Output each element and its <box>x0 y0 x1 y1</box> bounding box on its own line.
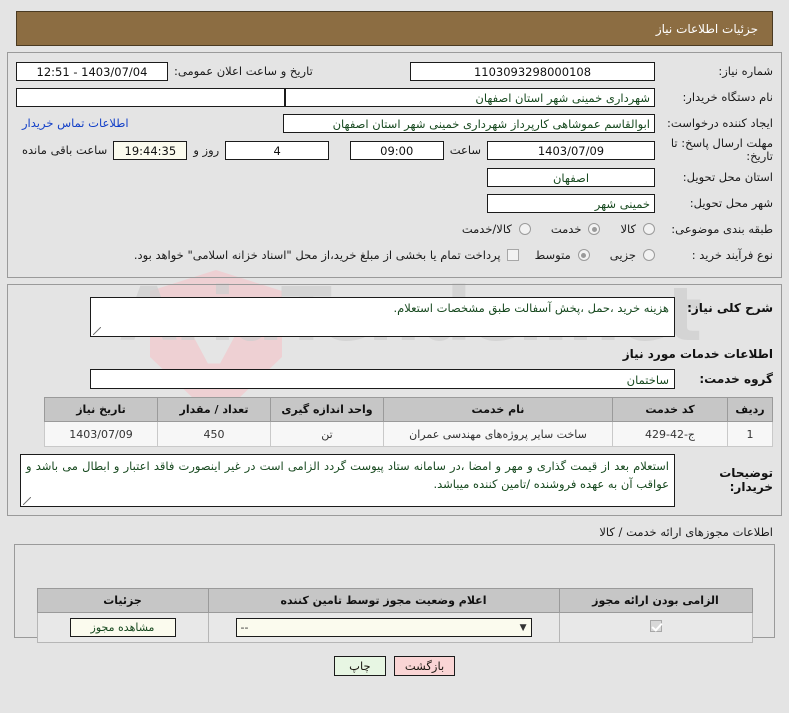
public-announce-label: تاریخ و ساعت اعلان عمومی: <box>174 63 313 78</box>
countdown-timer: 19:44:35 <box>113 140 188 160</box>
page-root: AriaTender.net جزئیات اطلاعات نیاز شماره… <box>0 0 789 713</box>
resize-grip-icon[interactable] <box>93 327 101 336</box>
buyer-notes-textarea[interactable]: استعلام بعد از قیمت گذاری و مهر و امضا ،… <box>20 454 675 508</box>
row-need-number: شماره نیاز: 1103093298000108 تاریخ و ساع… <box>16 59 773 83</box>
col-unit: واحد اندازه گیری <box>270 397 384 423</box>
cell-permit-status: ▼ -- <box>207 612 560 644</box>
category-radio-group: کالا خدمت کالا/خدمت <box>446 222 655 236</box>
permits-heading: اطلاعات مجوزهای ارائه خدمت / کالا <box>599 525 773 540</box>
buyer-contact-link[interactable]: اطلاعات تماس خریدار <box>16 116 135 130</box>
row-province: استان محل تحویل: اصفهان <box>16 165 773 189</box>
permits-table: الزامی بودن ارائه مجوز اعلام وضعیت مجوز … <box>36 588 753 644</box>
city-value[interactable]: خمینی شهر <box>487 193 655 213</box>
remaining-text: ساعت باقی مانده <box>22 143 108 158</box>
buyer-org-value[interactable]: شهرداری خمینی شهر استان اصفهان <box>284 87 655 107</box>
cell-unit: تن <box>270 421 384 448</box>
cell-permit-details: مشاهده مجوز <box>36 612 209 644</box>
col-quantity: تعداد / مقدار <box>157 397 271 423</box>
row-description: شرح کلی نیاز: هزینه خرید ،حمل ،پخش آسفال… <box>16 297 773 338</box>
print-button[interactable]: چاپ <box>333 656 386 677</box>
cell-service-code: ج-42-429 <box>612 421 728 448</box>
row-buyer-org: نام دستگاه خریدار: شهرداری خمینی شهر است… <box>16 85 773 109</box>
row-service-group: گروه خدمت: ساختمان <box>16 369 773 390</box>
permit-status-select[interactable]: ▼ -- <box>235 618 532 638</box>
public-announce-value[interactable]: 1403/07/04 - 12:51 <box>16 61 168 81</box>
page-title-text: جزئیات اطلاعات نیاز <box>655 21 758 36</box>
category-label-khedmat: خدمت <box>550 222 582 237</box>
process-label: نوع فرآیند خرید : <box>691 248 773 263</box>
service-group-value[interactable]: ساختمان <box>90 369 675 390</box>
category-label-kala-khedmat: کالا/خدمت <box>461 222 512 237</box>
buyer-notes-value: استعلام بعد از قیمت گذاری و مهر و امضا ،… <box>26 459 669 491</box>
deadline-date-value[interactable]: 1403/07/09 <box>487 140 655 160</box>
col-need-date: تاریخ نیاز <box>44 397 158 423</box>
buyer-org-extra-field[interactable] <box>16 87 285 107</box>
view-permit-button[interactable]: مشاهده مجوز <box>69 618 176 638</box>
process-label-motevaset: متوسط <box>534 248 571 263</box>
page-title: جزئیات اطلاعات نیاز <box>16 11 773 46</box>
deadline-time-value[interactable]: 09:00 <box>349 140 444 160</box>
days-text: روز و <box>193 143 220 158</box>
service-group-label: گروه خدمت: <box>699 372 773 387</box>
cell-row-no: 1 <box>727 421 773 448</box>
category-label: طبقه بندی موضوعی: <box>671 222 773 237</box>
buyer-org-label: نام دستگاه خریدار: <box>682 89 773 104</box>
description-textarea[interactable]: هزینه خرید ،حمل ،پخش آسفالت طبق مشخصات ا… <box>90 297 675 338</box>
row-buyer-notes: توضیحات خریدار: استعلام بعد از قیمت گذار… <box>16 454 773 508</box>
hour-label: ساعت <box>449 143 481 158</box>
treasury-text: پرداخت تمام یا بخشی از مبلغ خرید،از محل … <box>133 248 501 263</box>
category-label-kala: کالا <box>620 222 636 237</box>
resize-grip-icon[interactable] <box>23 497 31 506</box>
need-number-label: شماره نیاز: <box>718 63 773 78</box>
permits-header-row: الزامی بودن ارائه مجوز اعلام وضعیت مجوز … <box>36 588 753 614</box>
cell-quantity: 450 <box>157 421 271 448</box>
description-label: شرح کلی نیاز: <box>687 301 773 316</box>
row-process-type: نوع فرآیند خرید : جزیی متوسط پرداخت تمام… <box>16 243 773 267</box>
general-info-panel: شماره نیاز: 1103093298000108 تاریخ و ساع… <box>7 52 782 279</box>
table-row[interactable]: 1 ج-42-429 ساخت سایر پروژه‌های مهندسی عم… <box>44 421 773 448</box>
cell-need-date: 1403/07/09 <box>44 421 158 448</box>
category-radio-kala-khedmat[interactable] <box>518 223 531 236</box>
category-radio-khedmat[interactable] <box>588 223 601 236</box>
col-row-no: ردیف <box>727 397 773 423</box>
row-deadline: مهلت ارسال پاسخ: تا تاریخ: 1403/07/09 سا… <box>16 136 773 164</box>
treasury-checkbox[interactable] <box>506 249 519 262</box>
province-label: استان محل تحویل: <box>682 170 773 185</box>
services-section-title: اطلاعات خدمات مورد نیاز <box>622 347 773 362</box>
row-requester: ایجاد کننده درخواست: ابوالقاسم عموشاهی ک… <box>16 111 773 135</box>
cell-permit-required <box>558 612 753 644</box>
col-permit-status: اعلام وضعیت مجوز توسط تامین کننده <box>207 588 560 614</box>
province-value[interactable]: اصفهان <box>487 167 655 187</box>
row-city: شهر محل تحویل: خمینی شهر <box>16 191 773 215</box>
buyer-notes-label: توضیحات خریدار: <box>719 466 773 495</box>
category-radio-kala[interactable] <box>643 223 655 236</box>
process-radio-jozii[interactable] <box>643 249 655 262</box>
remaining-days-value: 4 <box>225 140 330 160</box>
back-button[interactable]: بازگشت <box>393 656 456 677</box>
need-number-value[interactable]: 1103093298000108 <box>410 61 655 81</box>
permits-panel: الزامی بودن ارائه مجوز اعلام وضعیت مجوز … <box>14 544 775 644</box>
process-radio-group: جزیی متوسط <box>519 248 655 262</box>
deadline-label: مهلت ارسال پاسخ: تا تاریخ: <box>670 136 773 164</box>
col-service-code: کد خدمت <box>612 397 728 423</box>
process-label-jozii: جزیی <box>609 248 636 263</box>
requester-label: ایجاد کننده درخواست: <box>667 115 773 130</box>
col-permit-required: الزامی بودن ارائه مجوز <box>558 588 753 614</box>
permit-status-value: -- <box>240 621 249 635</box>
city-label: شهر محل تحویل: <box>689 196 773 211</box>
items-table: ردیف کد خدمت نام خدمت واحد اندازه گیری ت… <box>44 397 773 448</box>
requester-value[interactable]: ابوالقاسم عموشاهی کارپرداز شهرداری خمینی… <box>283 113 655 133</box>
description-value: هزینه خرید ،حمل ،پخش آسفالت طبق مشخصات ا… <box>393 301 670 316</box>
row-category: طبقه بندی موضوعی: کالا خدمت کالا/خدمت <box>16 217 773 241</box>
col-service-name: نام خدمت <box>383 397 613 423</box>
chevron-down-icon: ▼ <box>519 622 527 633</box>
cell-service-name: ساخت سایر پروژه‌های مهندسی عمران <box>383 421 613 448</box>
permits-row: ▼ -- مشاهده مجوز <box>36 612 753 644</box>
footer-buttons: بازگشت چاپ <box>0 656 789 677</box>
process-radio-motevaset[interactable] <box>577 249 590 262</box>
items-table-header-row: ردیف کد خدمت نام خدمت واحد اندازه گیری ت… <box>44 397 773 423</box>
permit-required-checkbox <box>649 620 662 633</box>
needs-detail-panel: شرح کلی نیاز: هزینه خرید ،حمل ،پخش آسفال… <box>7 284 782 517</box>
col-permit-details: جزئیات <box>36 588 209 614</box>
